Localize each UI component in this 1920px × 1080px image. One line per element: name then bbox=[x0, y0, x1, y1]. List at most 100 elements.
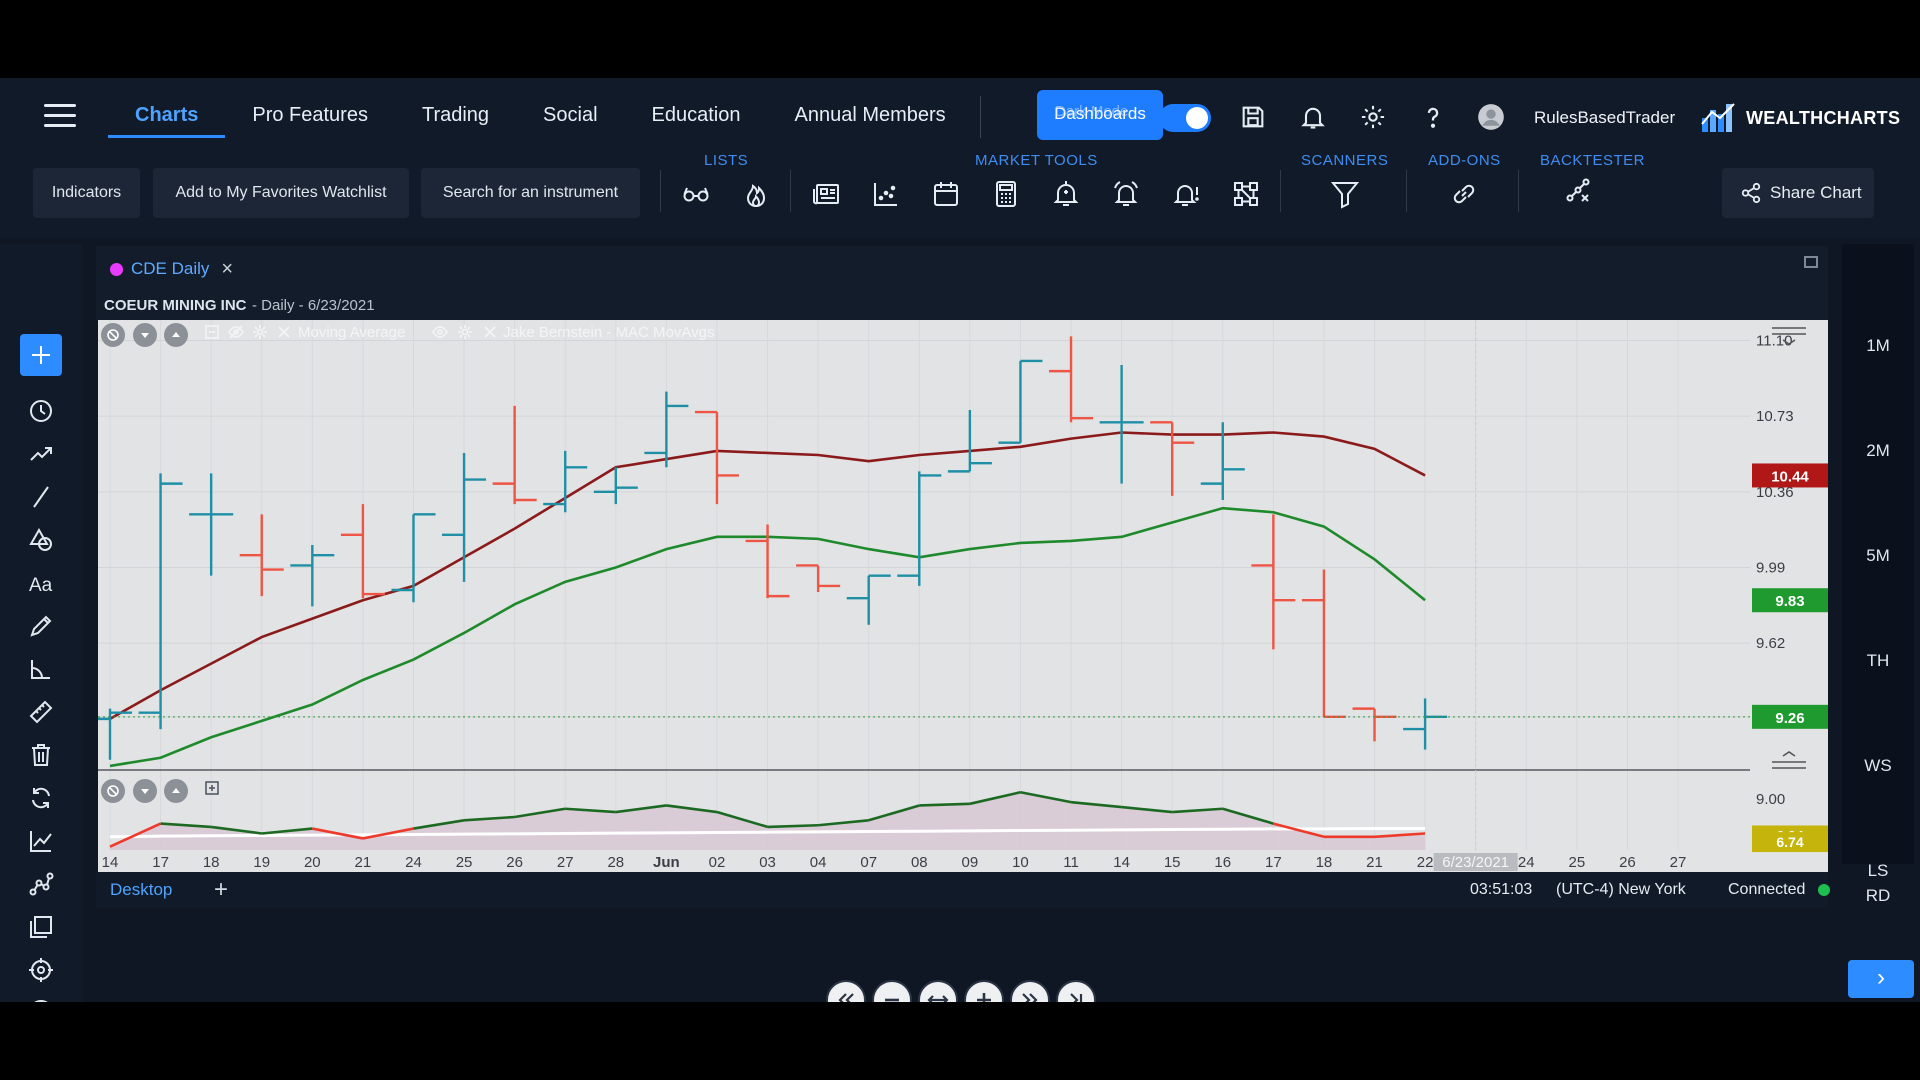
collapse-down-icon[interactable] bbox=[133, 323, 157, 347]
hot-list-flame-icon[interactable] bbox=[739, 177, 773, 211]
zoom-out-icon[interactable] bbox=[872, 980, 912, 1002]
hide-pane-icon[interactable] bbox=[101, 323, 125, 347]
hide-indicator-eye-icon[interactable] bbox=[227, 323, 245, 341]
tab-pro-features[interactable]: Pro Features bbox=[225, 78, 395, 138]
expand-up-icon[interactable] bbox=[164, 323, 188, 347]
layers-icon[interactable] bbox=[20, 906, 62, 948]
save-icon[interactable] bbox=[1236, 100, 1270, 134]
mac-settings-icon[interactable] bbox=[456, 323, 474, 341]
news-icon[interactable] bbox=[810, 177, 844, 211]
mac-movavgs-label[interactable]: Jake Bernstein - MAC MovAvgs bbox=[503, 324, 714, 341]
info-icon[interactable] bbox=[20, 991, 62, 1002]
date-tick-label: 26 bbox=[506, 854, 523, 871]
remove-indicator-icon[interactable] bbox=[275, 323, 293, 341]
toolbar-divider bbox=[660, 170, 661, 212]
trend-arrow-icon[interactable] bbox=[20, 433, 62, 475]
date-tick-label: 25 bbox=[456, 854, 473, 871]
date-tick-label: 14 bbox=[1113, 854, 1130, 871]
backtester-icon[interactable] bbox=[1561, 174, 1595, 208]
dark-mode-toggle[interactable] bbox=[1159, 104, 1211, 132]
lower-collapse-down-icon[interactable] bbox=[133, 779, 157, 803]
drawing-tools-sidebar: Aa bbox=[0, 244, 82, 1002]
interval-2m[interactable]: 2M bbox=[1842, 441, 1914, 461]
user-avatar-icon[interactable] bbox=[1474, 100, 1508, 134]
jump-to-end-icon[interactable] bbox=[1056, 980, 1096, 1002]
mac-visibility-eye-icon[interactable] bbox=[431, 323, 449, 341]
share-chart-button[interactable]: Share Chart bbox=[1722, 168, 1874, 218]
crosshair-add-icon[interactable] bbox=[20, 334, 62, 376]
angle-tool-icon[interactable] bbox=[20, 648, 62, 690]
price-chart[interactable]: 11.1010.7310.369.999.629.269.008.0010.44… bbox=[98, 320, 1828, 872]
interval-ws[interactable]: WS bbox=[1842, 756, 1914, 776]
chart-tab-name: CDE Daily bbox=[131, 259, 210, 278]
add-alert-icon[interactable] bbox=[1049, 177, 1083, 211]
scatter-plot-icon[interactable] bbox=[869, 177, 903, 211]
date-tick-label: 18 bbox=[1316, 854, 1333, 871]
maximize-chart-icon[interactable] bbox=[1804, 256, 1818, 268]
glasses-watchlist-icon[interactable] bbox=[679, 177, 713, 211]
moving-average-label[interactable]: Moving Average bbox=[298, 324, 405, 341]
calculator-icon[interactable] bbox=[989, 177, 1023, 211]
shapes-tool-icon[interactable] bbox=[20, 519, 62, 561]
refresh-icon[interactable] bbox=[20, 777, 62, 819]
heatmap-grid-icon[interactable] bbox=[1229, 177, 1263, 211]
text-tool-icon[interactable]: Aa bbox=[20, 562, 62, 604]
target-crosshair-icon[interactable] bbox=[20, 949, 62, 991]
add-to-favorites-button[interactable]: Add to My Favorites Watchlist bbox=[153, 168, 409, 218]
interval-rd[interactable]: RD bbox=[1842, 886, 1914, 906]
pencil-tool-icon[interactable] bbox=[20, 605, 62, 647]
scroll-left-fast-icon[interactable] bbox=[826, 980, 866, 1002]
indicators-button[interactable]: Indicators bbox=[33, 168, 140, 218]
wealthcharts-logo: WEALTHCHARTS bbox=[1700, 102, 1900, 134]
ruler-tool-icon[interactable] bbox=[20, 691, 62, 733]
desktop-tab[interactable]: Desktop bbox=[110, 880, 172, 900]
market-tools-label: MARKET TOOLS bbox=[975, 152, 1098, 169]
node-path-icon[interactable] bbox=[20, 863, 62, 905]
date-tick-label: 24 bbox=[1518, 854, 1535, 871]
fit-width-icon[interactable] bbox=[918, 980, 958, 1002]
clock-icon[interactable] bbox=[20, 390, 62, 432]
lower-expand-indicator-icon[interactable] bbox=[203, 779, 221, 797]
interval-th[interactable]: TH bbox=[1842, 651, 1914, 671]
calendar-icon[interactable] bbox=[929, 177, 963, 211]
alert-warning-icon[interactable] bbox=[1169, 177, 1203, 211]
add-ons-label: ADD-ONS bbox=[1428, 152, 1501, 169]
indicator-settings-icon[interactable] bbox=[251, 323, 269, 341]
close-tab-icon[interactable]: × bbox=[221, 258, 233, 281]
link-icon[interactable] bbox=[1447, 177, 1481, 211]
line-chart-icon[interactable] bbox=[20, 820, 62, 862]
tab-education[interactable]: Education bbox=[625, 78, 768, 138]
username[interactable]: RulesBasedTrader bbox=[1534, 108, 1675, 128]
remove-mac-icon[interactable] bbox=[481, 323, 499, 341]
dashboards-button[interactable]: Dark Mode Dashboards bbox=[1037, 90, 1163, 140]
settings-gear-icon[interactable] bbox=[1356, 100, 1390, 134]
tab-trading[interactable]: Trading bbox=[395, 78, 516, 138]
tab-social[interactable]: Social bbox=[516, 78, 624, 138]
instrument-search-input[interactable]: Search for an instrument bbox=[421, 168, 640, 218]
scroll-right-fast-icon[interactable] bbox=[1010, 980, 1050, 1002]
interval-5m[interactable]: 5M bbox=[1842, 546, 1914, 566]
lower-expand-up-icon[interactable] bbox=[164, 779, 188, 803]
tab-charts[interactable]: Charts bbox=[108, 78, 226, 138]
chart-tab-cde-daily[interactable]: CDE Daily × bbox=[102, 252, 233, 286]
tab-annual-members[interactable]: Annual Members bbox=[768, 78, 973, 138]
menu-icon[interactable] bbox=[44, 104, 76, 128]
date-tick-label: 08 bbox=[911, 854, 928, 871]
interval-ls[interactable]: LS bbox=[1842, 861, 1914, 881]
bell-icon[interactable] bbox=[1296, 100, 1330, 134]
date-tick-label: 14 bbox=[102, 854, 119, 871]
scanner-filter-icon[interactable] bbox=[1328, 177, 1362, 211]
lower-hide-pane-icon[interactable] bbox=[101, 779, 125, 803]
collapse-indicator-icon[interactable] bbox=[203, 323, 221, 341]
add-desktop-button[interactable]: + bbox=[214, 876, 228, 904]
zoom-in-icon[interactable] bbox=[964, 980, 1004, 1002]
trendline-tool-icon[interactable] bbox=[20, 476, 62, 518]
help-icon[interactable] bbox=[1416, 100, 1450, 134]
date-tick-label: 17 bbox=[1265, 854, 1282, 871]
lists-label: LISTS bbox=[704, 152, 749, 169]
chart-period: - Daily - 6/23/2021 bbox=[252, 297, 375, 314]
alert-ringing-icon[interactable] bbox=[1109, 177, 1143, 211]
expand-panel-chevron-icon[interactable]: › bbox=[1848, 960, 1914, 998]
trash-icon[interactable] bbox=[20, 734, 62, 776]
interval-1m[interactable]: 1M bbox=[1842, 336, 1914, 356]
